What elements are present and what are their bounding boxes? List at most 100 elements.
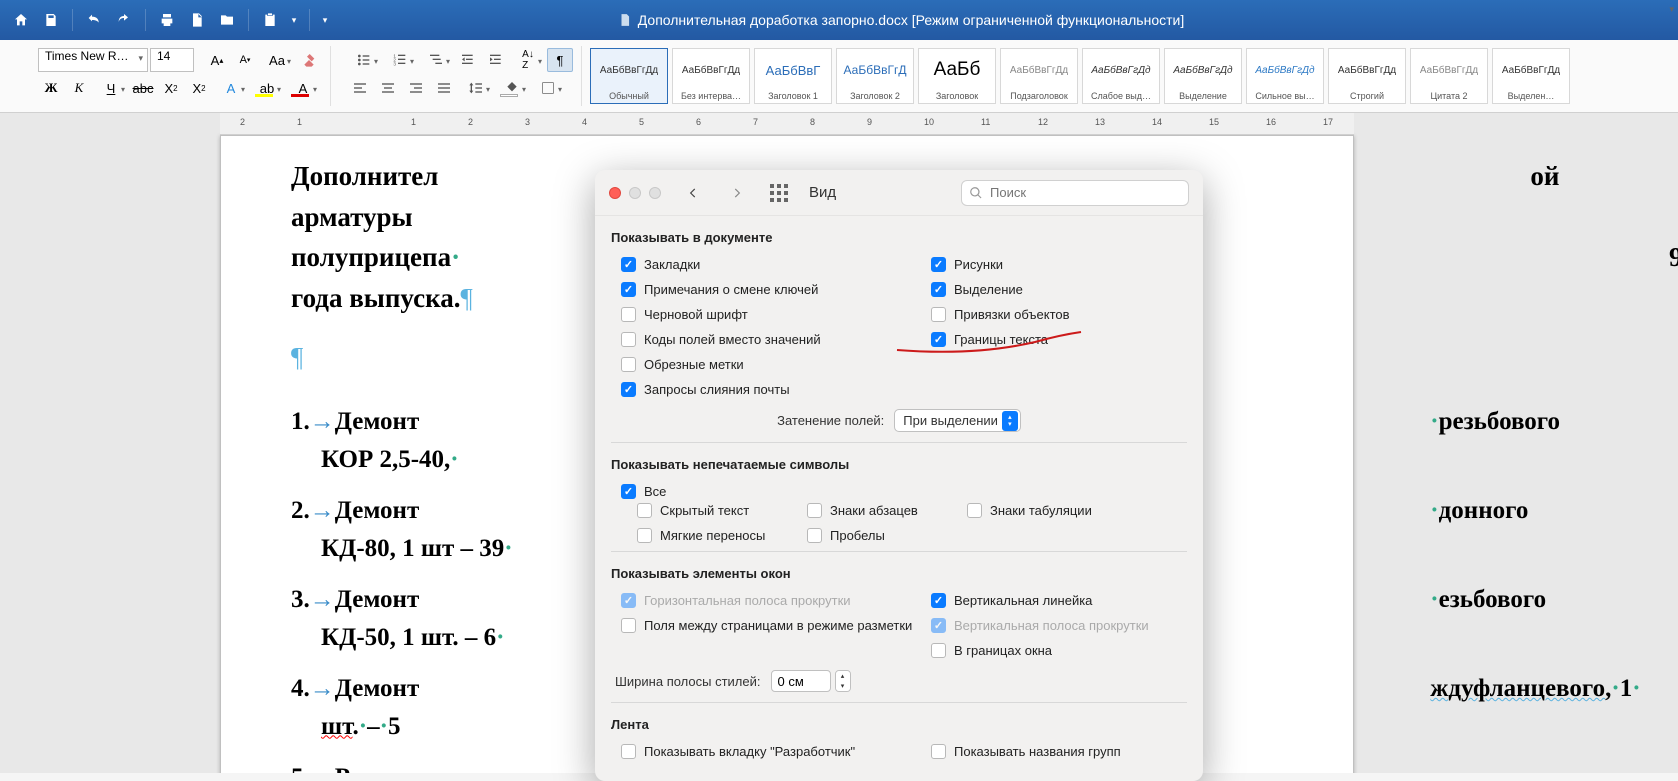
show-all-button[interactable]	[767, 181, 791, 205]
checkbox[interactable]	[637, 503, 652, 518]
style-tile[interactable]: АаБбВвГгДдСильное вы…	[1246, 48, 1324, 104]
checkbox[interactable]	[807, 503, 822, 518]
checkbox	[931, 618, 946, 633]
italic-button[interactable]: К	[66, 76, 92, 100]
shrink-font-button[interactable]: A▾	[232, 48, 258, 72]
style-tile[interactable]: АаБбЗаголовок	[918, 48, 996, 104]
print-button[interactable]	[154, 7, 180, 33]
align-center-button[interactable]	[375, 76, 401, 100]
style-tile[interactable]: АаБбВвГгДдОбычный	[590, 48, 668, 104]
font-name-select[interactable]: Times New R…▾	[38, 48, 148, 72]
strike-button[interactable]: abc	[130, 76, 156, 100]
checkbox[interactable]	[621, 332, 636, 347]
redo-button[interactable]	[111, 7, 137, 33]
checkbox[interactable]	[931, 744, 946, 759]
checkbox-row: Показывать вкладку "Разработчик"	[611, 742, 921, 761]
checkbox[interactable]	[621, 282, 636, 297]
checkbox-row: Рисунки	[921, 255, 1187, 274]
style-tile[interactable]: АаБбВвГгДдСтрогий	[1328, 48, 1406, 104]
bold-button[interactable]: Ж	[38, 76, 64, 100]
checkbox[interactable]	[931, 593, 946, 608]
checkbox[interactable]	[931, 282, 946, 297]
section-heading: Показывать в документе	[611, 230, 1187, 245]
checkbox[interactable]	[637, 528, 652, 543]
clear-format-button[interactable]	[296, 48, 322, 72]
text-effects-button[interactable]: A	[214, 76, 248, 100]
zoom-window-button[interactable]	[649, 187, 661, 199]
checkbox	[621, 593, 636, 608]
checkbox[interactable]	[931, 643, 946, 658]
borders-button[interactable]	[531, 76, 565, 100]
dialog-titlebar: Вид	[595, 170, 1203, 216]
show-marks-button[interactable]: ¶	[547, 48, 573, 72]
undo-button[interactable]	[81, 7, 107, 33]
paste-button[interactable]	[257, 7, 283, 33]
checkbox[interactable]	[621, 357, 636, 372]
grow-font-button[interactable]: A▴	[204, 48, 230, 72]
justify-button[interactable]	[431, 76, 457, 100]
search-input[interactable]	[961, 180, 1189, 206]
checkbox-label: Рисунки	[954, 257, 1003, 272]
numbering-button[interactable]: 123	[383, 48, 417, 72]
style-tile[interactable]: АаБбВвГгДдПодзаголовок	[1000, 48, 1078, 104]
paste-dropdown[interactable]: ▾	[287, 7, 301, 33]
checkbox-label: Поля между страницами в режиме разметки	[644, 618, 912, 633]
multilevel-button[interactable]	[419, 48, 453, 72]
style-tile[interactable]: АаБбВвГгДдСлабое выд…	[1082, 48, 1160, 104]
style-width-label: Ширина полосы стилей:	[615, 674, 761, 689]
checkbox-row: Примечания о смене ключей	[611, 280, 921, 299]
increase-indent-button[interactable]	[483, 48, 509, 72]
style-width-stepper[interactable]: ▴▾	[835, 670, 851, 692]
checkbox-row: Выделение	[921, 280, 1187, 299]
style-tile[interactable]: АаБбВвГгДЗаголовок 2	[836, 48, 914, 104]
font-color-button[interactable]: A	[286, 76, 320, 100]
back-button[interactable]	[681, 181, 705, 205]
superscript-button[interactable]: X2	[186, 76, 212, 100]
checkbox[interactable]	[621, 744, 636, 759]
style-tile[interactable]: АаБбВвГгДдБез интерва…	[672, 48, 750, 104]
font-size-select[interactable]: 14▾	[150, 48, 194, 72]
checkbox[interactable]	[807, 528, 822, 543]
horizontal-ruler[interactable]: 211234567891011121314151617	[220, 113, 1354, 135]
style-tile[interactable]: АаБбВвГгДдЦитата 2	[1410, 48, 1488, 104]
checkbox[interactable]	[931, 307, 946, 322]
shading-button[interactable]	[495, 76, 529, 100]
style-width-input[interactable]	[771, 670, 831, 692]
sort-button[interactable]: A↓Z	[511, 48, 545, 72]
bullets-button[interactable]	[347, 48, 381, 72]
checkbox[interactable]	[621, 484, 636, 499]
checkbox[interactable]	[621, 382, 636, 397]
line-spacing-button[interactable]	[459, 76, 493, 100]
home-button[interactable]	[8, 7, 34, 33]
save-button[interactable]	[38, 7, 64, 33]
align-left-button[interactable]	[347, 76, 373, 100]
underline-button[interactable]: Ч	[94, 76, 128, 100]
style-tile[interactable]: АаБбВвГЗаголовок 1	[754, 48, 832, 104]
field-shading-select[interactable]: При выделении ▴▾	[894, 409, 1021, 432]
checkbox-label: Мягкие переносы	[660, 528, 765, 543]
ribbon: Times New R…▾ 14▾ A▴ A▾ Aa Ж К Ч abc X2 …	[0, 40, 1678, 113]
checkbox[interactable]	[621, 618, 636, 633]
close-window-button[interactable]	[609, 187, 621, 199]
case-button[interactable]: Aa	[260, 48, 294, 72]
minimize-window-button[interactable]	[629, 187, 641, 199]
checkbox[interactable]	[967, 503, 982, 518]
open-button[interactable]	[214, 7, 240, 33]
checkbox-label: В границах окна	[954, 643, 1052, 658]
new-doc-button[interactable]	[184, 7, 210, 33]
forward-button[interactable]	[725, 181, 749, 205]
window-title: Дополнительная доработка запорно.docx [Р…	[332, 12, 1470, 28]
style-tile[interactable]: АаБбВвГгДдВыделен…	[1492, 48, 1570, 104]
checkbox-row: Поля между страницами в режиме разметки	[611, 616, 921, 635]
subscript-button[interactable]: X2	[158, 76, 184, 100]
highlight-button[interactable]: ab	[250, 76, 284, 100]
align-right-button[interactable]	[403, 76, 429, 100]
checkbox[interactable]	[621, 307, 636, 322]
checkbox[interactable]	[621, 257, 636, 272]
style-tile[interactable]: АаБбВвГгДдВыделение	[1164, 48, 1242, 104]
checkbox[interactable]	[931, 257, 946, 272]
checkbox-label: Показывать вкладку "Разработчик"	[644, 744, 855, 759]
checkbox[interactable]	[931, 332, 946, 347]
qat-customize[interactable]: ▾	[318, 7, 332, 33]
decrease-indent-button[interactable]	[455, 48, 481, 72]
